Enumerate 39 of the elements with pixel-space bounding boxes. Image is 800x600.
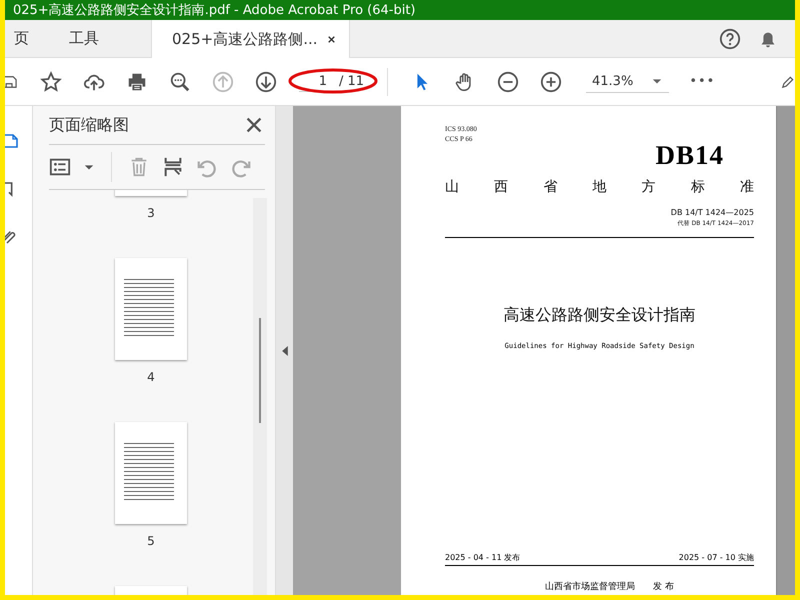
publisher: 山西省市场监督管理局 发 布 <box>545 580 674 593</box>
window-title: 025+高速公路路侧安全设计指南.pdf - Adobe Acrobat Pro (64-bit) <box>13 2 416 19</box>
options-icon[interactable] <box>49 156 71 178</box>
heading-character: 山 <box>445 178 459 196</box>
collapse-arrow-icon[interactable] <box>282 346 288 356</box>
page-count: / 11 <box>339 74 364 89</box>
heading-character: 标 <box>690 178 705 196</box>
page-label: 5 <box>147 534 155 548</box>
panel-title: 页面缩略图 <box>49 114 129 136</box>
heading-character: 方 <box>642 178 656 196</box>
scrollbar-thumb[interactable] <box>259 318 261 423</box>
tab[interactable]: 025+高速公路路侧... <box>151 20 350 58</box>
scrollbar[interactable] <box>776 106 795 595</box>
page-label: 3 <box>147 206 155 220</box>
extract-pages-icon[interactable] <box>162 156 184 178</box>
heading-character: 省 <box>543 178 558 196</box>
issue-date: 2025 - 04 - 11 发布 <box>445 552 520 563</box>
help-icon[interactable] <box>719 28 741 50</box>
scrollbar[interactable] <box>253 198 267 595</box>
tab[interactable]: 页 <box>14 20 49 57</box>
page-thumbnail[interactable] <box>115 258 187 360</box>
close-icon[interactable] <box>326 34 337 44</box>
tab[interactable]: 工具 <box>69 20 119 57</box>
heading-character: 地 <box>592 178 606 196</box>
more-button[interactable]: ••• <box>689 74 716 89</box>
zoom-dropdown[interactable]: 41.3% <box>586 70 670 92</box>
standard-logo: DB14 <box>655 142 724 168</box>
page-thumbnail[interactable] <box>115 422 187 524</box>
standard-number: DB 14/T 1424—2025 <box>670 208 754 217</box>
zoom-in-icon[interactable] <box>540 70 562 92</box>
document-title: 高速公路路侧安全设计指南 <box>504 305 696 326</box>
search-icon[interactable] <box>169 70 191 92</box>
page-label: 4 <box>147 370 155 384</box>
star-icon[interactable] <box>40 70 62 92</box>
effective-date: 2025 - 07 - 10 实施 <box>678 552 754 563</box>
heading-character: 西 <box>494 178 508 196</box>
heading-character: 准 <box>740 178 754 196</box>
zoom-out-icon[interactable] <box>497 70 519 92</box>
page-number-field[interactable]: 1 <box>299 72 333 92</box>
